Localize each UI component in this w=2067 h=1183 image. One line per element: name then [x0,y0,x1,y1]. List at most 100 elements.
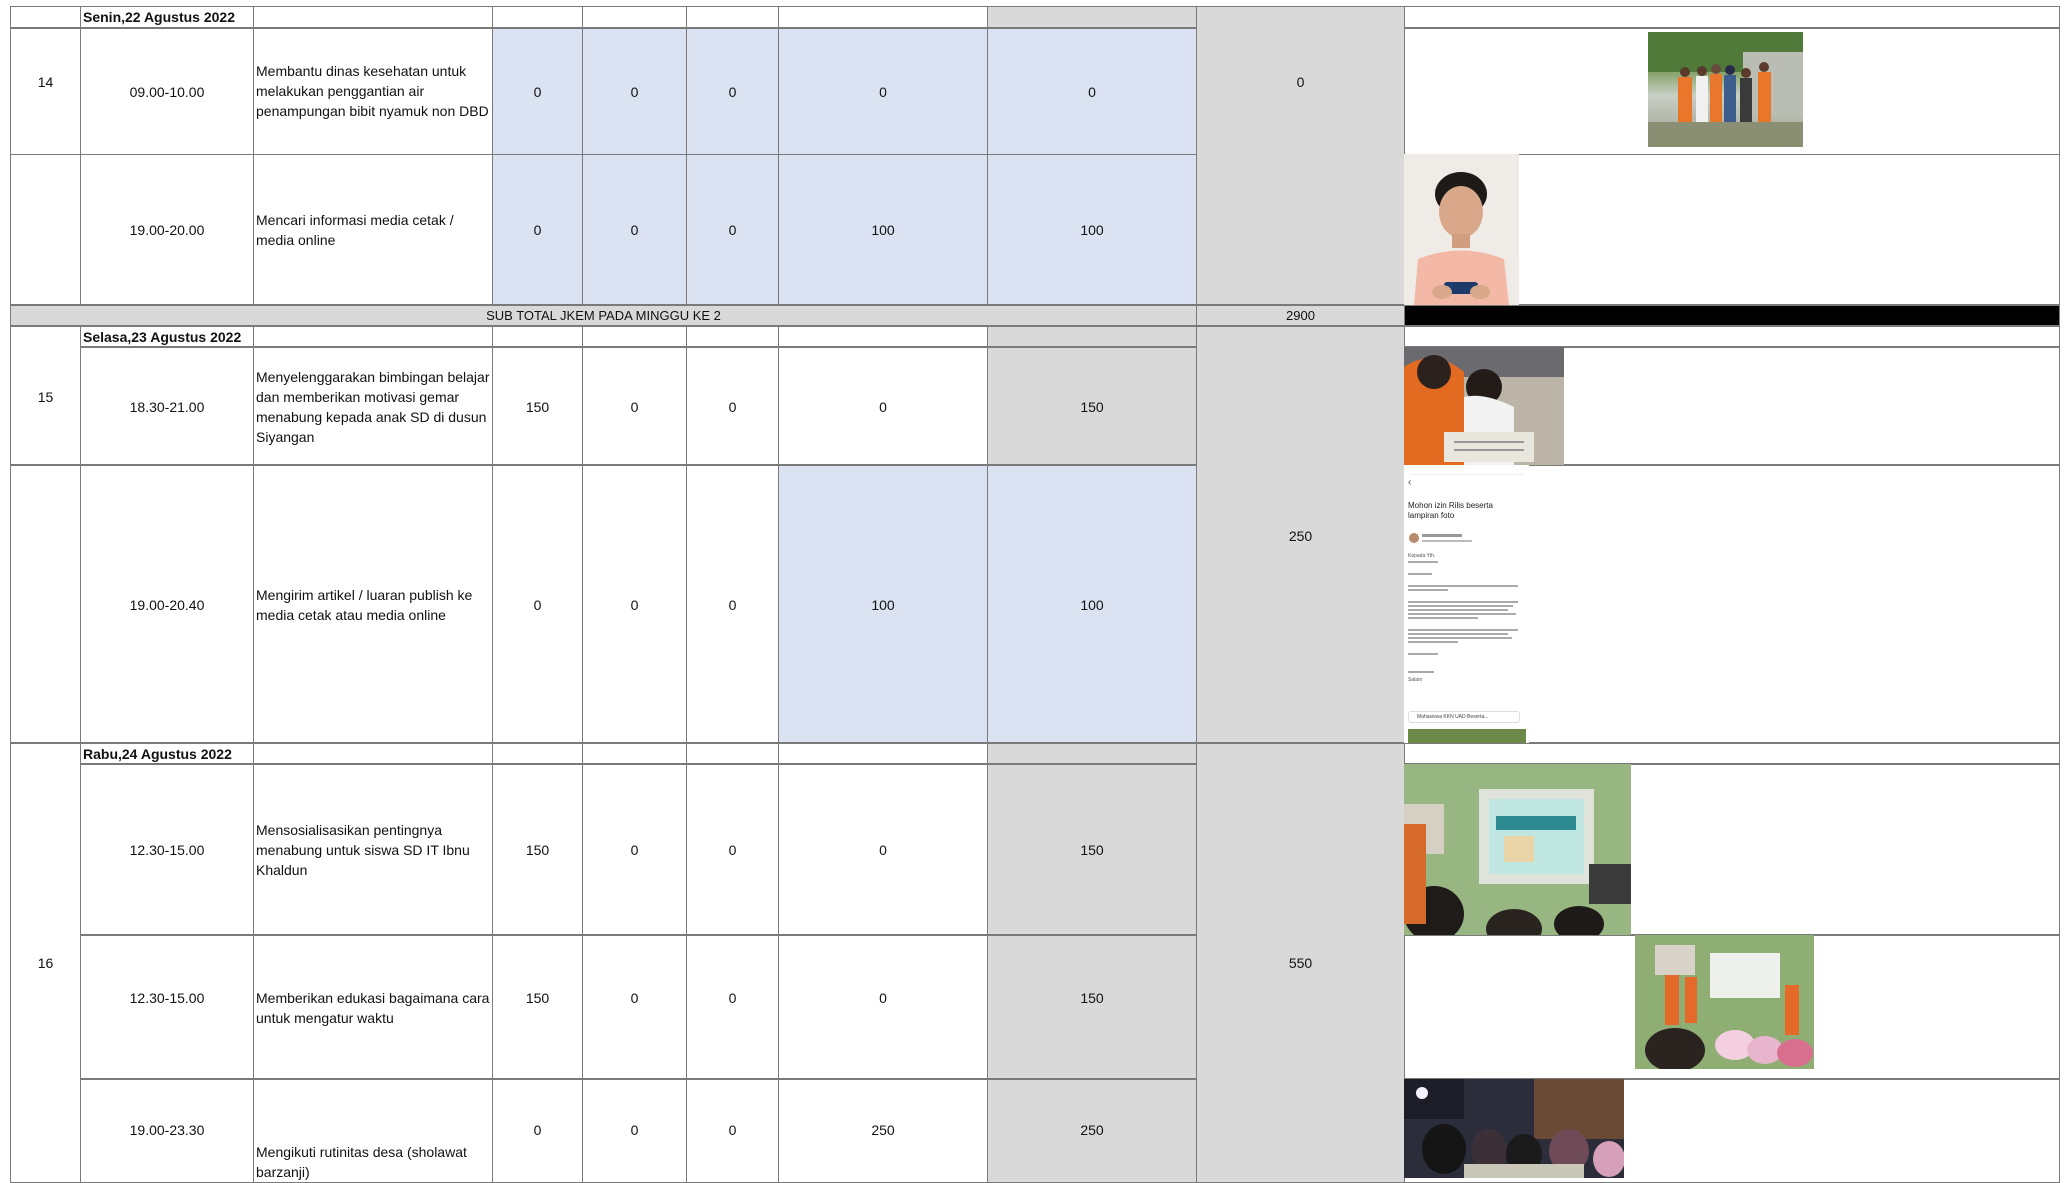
value-cell: 0 [778,764,988,935]
time-cell: 09.00-10.00 [80,28,254,155]
activity-cell: Mensosialisasikan pentingnya menabung un… [253,764,493,935]
value-4: 0 [879,990,887,1006]
value-3: 0 [728,597,737,613]
value-cell: 100 [778,154,988,305]
activity-text: Membantu dinas kesehatan untuk melakukan… [256,63,489,119]
value-3: 0 [728,1122,737,1138]
value-5: 150 [1080,990,1104,1006]
classroom-photo [1635,935,1814,1069]
no-cell: 16 [10,743,81,1183]
value-3: 0 [728,842,737,858]
value-cell: 250 [987,1079,1197,1183]
activity-cell: Mencari informasi media cetak / media on… [253,154,493,305]
value-cell: 0 [582,935,687,1079]
attachment-preview [1408,729,1526,743]
time-cell: 18.30-21.00 [80,347,254,465]
value-2: 0 [630,84,639,100]
classroom-projector-photo [1404,764,1631,935]
date-label: Rabu,24 Agustus 2022 [83,746,232,762]
no-cell: 15 [10,326,81,465]
time-cell: 19.00-23.30 [80,1079,254,1183]
value-cell: 0 [987,28,1197,155]
value-cell: 100 [987,465,1197,743]
projector-photo-image [1404,764,1631,935]
student-phone-photo [1404,154,1519,305]
activity-text: Memberikan edukasi bagaimana cara untuk … [256,990,490,1026]
value-cell: 0 [778,347,988,465]
email-body-lines [1408,561,1518,673]
date-label: Selasa,23 Agustus 2022 [83,329,242,345]
value-cell: 0 [686,764,779,935]
value-4: 0 [879,399,887,415]
daily-total-cell: 0 [1196,6,1405,305]
date-cell: Rabu,24 Agustus 2022 [80,743,254,764]
activity-cell: Mengikuti rutinitas desa (sholawat barza… [253,1079,493,1183]
tutoring-photo-image [1404,347,1564,465]
no-cell [10,6,81,28]
no-cell: 14 [10,28,81,155]
daily-total: 550 [1288,955,1313,971]
no-cell [10,465,81,743]
value-cell: 0 [686,347,779,465]
value-3: 0 [728,990,737,1006]
activity-cell: Memberikan edukasi bagaimana cara untuk … [253,935,493,1079]
row-number: 16 [37,955,54,971]
value-5: 250 [1080,1122,1104,1138]
value-cell: 0 [492,28,583,155]
empty-cell [253,743,493,764]
time-value: 19.00-23.30 [129,1122,205,1138]
empty-cell [492,743,583,764]
activity-text: Mencari informasi media cetak / media on… [256,212,454,248]
time-value: 09.00-10.00 [129,84,205,100]
empty-cell [778,6,988,28]
gathering-photo-image [1404,1079,1624,1178]
value-2: 0 [630,222,639,238]
classroom-photo-image [1635,935,1814,1069]
empty-cell [253,6,493,28]
time-cell: 12.30-15.00 [80,764,254,935]
value-cell: 100 [987,154,1197,305]
evening-gathering-photo [1404,1079,1624,1178]
value-2: 0 [630,990,639,1006]
daily-total-cell: 550 [1196,743,1405,1183]
activity-cell: Mengirim artikel / luaran publish ke med… [253,465,493,743]
status-bar [1410,467,1523,475]
student-photo-image [1404,154,1519,305]
value-cell: 0 [582,465,687,743]
time-value: 12.30-15.00 [129,990,205,1006]
daily-total: 0 [1296,74,1305,90]
date-cell: Selasa,23 Agustus 2022 [80,326,254,347]
value-cell: 150 [987,935,1197,1079]
value-1: 0 [533,84,542,100]
value-cell: 100 [778,465,988,743]
time-value: 19.00-20.00 [129,222,205,238]
tutoring-photo [1404,347,1564,465]
time-value: 18.30-21.00 [129,399,205,415]
empty-cell [492,6,583,28]
activity-cell: Menyelenggarakan bimbingan belajar dan m… [253,347,493,465]
empty-cell [492,326,583,347]
empty-cell [1404,326,2060,347]
value-cell: 0 [582,28,687,155]
value-4: 100 [871,222,895,238]
value-5: 0 [1088,84,1096,100]
value-cell: 0 [582,1079,687,1183]
back-arrow-icon: ‹ [1408,477,1412,488]
value-cell: 0 [492,465,583,743]
daily-total: 250 [1288,528,1313,544]
value-1: 150 [525,842,550,858]
value-cell: 150 [987,764,1197,935]
value-cell: 0 [686,28,779,155]
email-greeting: Kepada Yth. [1408,553,1436,559]
black-bar [1404,305,2060,326]
empty-cell [987,743,1197,764]
value-3: 0 [728,399,737,415]
activity-text: Menyelenggarakan bimbingan belajar dan m… [256,369,490,445]
value-2: 0 [630,1122,639,1138]
value-3: 0 [728,222,737,238]
value-cell: 150 [987,347,1197,465]
date-cell: Senin,22 Agustus 2022 [80,6,254,28]
time-cell: 19.00-20.40 [80,465,254,743]
empty-cell [1404,6,2060,28]
value-cell: 250 [778,1079,988,1183]
